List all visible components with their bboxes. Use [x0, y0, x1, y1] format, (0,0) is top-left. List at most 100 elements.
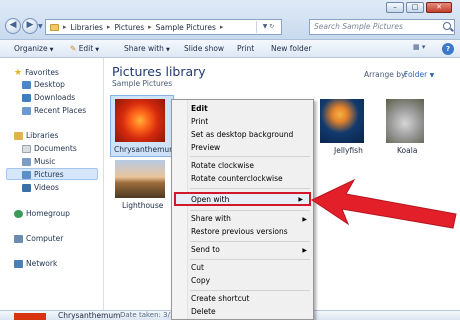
downloads-icon [22, 93, 31, 102]
help-button[interactable]: ? [442, 43, 454, 55]
search-icon [443, 22, 451, 30]
organize-label: Organize [14, 44, 48, 53]
nav-pictures[interactable]: Pictures [22, 170, 64, 179]
print-button[interactable]: Print [237, 44, 254, 53]
koala-label[interactable]: Koala [397, 146, 417, 155]
details-date-taken: Date taken: 3/1 [120, 311, 175, 319]
nav-recent-places[interactable]: Recent Places [22, 106, 86, 115]
annotation-arrow-shape [310, 178, 457, 229]
menu-separator [190, 241, 310, 242]
nav-network[interactable]: Network [14, 259, 57, 268]
menu-item-rotate-counterclockwise[interactable]: Rotate counterclockwise [191, 174, 283, 183]
nav-libraries-label: Libraries [26, 131, 59, 140]
recent-places-icon [22, 106, 31, 115]
nav-favorites[interactable]: ★ Favorites [14, 68, 59, 77]
nav-computer-label: Computer [26, 234, 64, 243]
breadcrumb[interactable]: ▸ Libraries ▸ Pictures ▸ Sample Pictures… [45, 19, 282, 35]
arrange-by-value: Folder [404, 70, 428, 79]
command-bar: Organize ▼ ✎ Edit ▼ Share with ▼ Slide show… [0, 40, 460, 58]
chevron-right-icon: ▸ [63, 23, 67, 31]
nav-libraries[interactable]: Libraries [14, 131, 58, 140]
change-view-icon[interactable]: ▦ ▾ [413, 43, 433, 55]
forward-arrow-icon: ▶ [26, 20, 34, 30]
nav-desktop[interactable]: Desktop [22, 80, 65, 89]
nav-computer[interactable]: Computer [14, 234, 63, 243]
nav-downloads-label: Downloads [34, 93, 76, 102]
koala-thumbnail[interactable] [386, 99, 424, 143]
nav-recent-places-label: Recent Places [34, 106, 87, 115]
lighthouse-label[interactable]: Lighthouse [122, 201, 163, 210]
forward-button[interactable]: ▶ [22, 18, 38, 34]
menu-separator [190, 156, 310, 157]
menu-item-set-desktop-background[interactable]: Set as desktop background [191, 130, 293, 139]
recent-pages-chevron-icon[interactable]: ▼ [38, 23, 43, 30]
breadcrumb-sample-pictures[interactable]: Sample Pictures [156, 23, 216, 32]
jellyfish-label[interactable]: Jellyfish [334, 146, 363, 155]
nav-pictures-label: Pictures [34, 170, 64, 179]
menu-item-print[interactable]: Print [191, 117, 208, 126]
submenu-arrow-icon: ▶ [302, 247, 307, 254]
computer-icon [14, 234, 23, 243]
menu-icon-gutter [172, 100, 188, 319]
refresh-icon[interactable]: ▼ ↻ [256, 21, 280, 33]
search-input[interactable]: Search Sample Pictures [309, 19, 455, 35]
breadcrumb-libraries[interactable]: Libraries [71, 23, 103, 32]
menu-item-preview[interactable]: Preview [191, 143, 220, 152]
menu-item-open-with[interactable]: Open with ▶ [174, 192, 311, 206]
details-filename: Chrysanthemum [58, 311, 121, 320]
share-with-button[interactable]: Share with ▼ [124, 44, 170, 53]
annotation-arrow-icon [310, 178, 457, 229]
nav-downloads[interactable]: Downloads [22, 93, 75, 102]
maximize-button[interactable]: □ [406, 2, 424, 13]
menu-item-delete[interactable]: Delete [191, 307, 216, 316]
slide-show-button[interactable]: Slide show [184, 44, 224, 53]
details-thumbnail [14, 313, 46, 320]
minimize-button[interactable]: – [386, 2, 404, 13]
menu-item-rotate-clockwise[interactable]: Rotate clockwise [191, 161, 254, 170]
new-folder-button[interactable]: New folder [271, 44, 312, 53]
chevron-right-icon: ▸ [148, 23, 152, 31]
menu-item-create-shortcut[interactable]: Create shortcut [191, 294, 249, 303]
library-subtitle: Sample Pictures [112, 79, 173, 88]
nav-documents[interactable]: Documents [22, 144, 77, 153]
breadcrumb-pictures[interactable]: Pictures [114, 23, 144, 32]
context-menu: Edit Print Set as desktop background Pre… [171, 99, 314, 320]
music-icon [22, 157, 31, 166]
address-bar-area: ◀ ▶ ▼ ▸ Libraries ▸ Pictures ▸ Sample Pi… [0, 0, 460, 40]
menu-item-send-to[interactable]: Send to [191, 245, 220, 254]
chrysanthemum-thumbnail[interactable] [115, 99, 165, 142]
nav-videos[interactable]: Videos [22, 183, 59, 192]
nav-homegroup[interactable]: Homegroup [14, 209, 70, 218]
search-placeholder: Search Sample Pictures [314, 22, 403, 31]
nav-homegroup-label: Homegroup [26, 209, 70, 218]
network-icon [14, 259, 23, 268]
nav-music[interactable]: Music [22, 157, 55, 166]
chevron-right-icon: ▸ [219, 23, 224, 31]
videos-icon [22, 183, 31, 192]
nav-music-label: Music [34, 157, 56, 166]
homegroup-icon [14, 209, 23, 218]
chrysanthemum-label[interactable]: Chrysanthemum [114, 145, 176, 154]
menu-item-share-with[interactable]: Share with [191, 214, 231, 223]
arrange-by-label: Arrange by: [364, 70, 408, 79]
organize-button[interactable]: Organize ▼ [14, 44, 53, 53]
close-button[interactable]: ✕ [426, 2, 452, 13]
back-button[interactable]: ◀ [5, 18, 21, 34]
menu-item-open-with-label: Open with [191, 195, 230, 204]
window-controls: – □ ✕ [386, 2, 452, 13]
back-arrow-icon: ◀ [9, 20, 17, 30]
menu-item-restore-previous-versions[interactable]: Restore previous versions [191, 227, 288, 236]
folder-icon [50, 23, 59, 31]
share-with-label: Share with [124, 44, 164, 53]
menu-item-copy[interactable]: Copy [191, 276, 210, 285]
nav-videos-label: Videos [34, 183, 59, 192]
arrange-by-dropdown[interactable]: Folder ▼ [404, 70, 434, 79]
chevron-right-icon: ▸ [106, 23, 111, 31]
edit-button[interactable]: ✎ Edit ▼ [70, 44, 99, 53]
menu-item-cut[interactable]: Cut [191, 263, 204, 272]
menu-separator [190, 259, 310, 260]
nav-desktop-label: Desktop [34, 80, 65, 89]
jellyfish-thumbnail[interactable] [320, 99, 364, 143]
menu-item-edit[interactable]: Edit [191, 104, 208, 113]
lighthouse-thumbnail[interactable] [115, 160, 165, 198]
